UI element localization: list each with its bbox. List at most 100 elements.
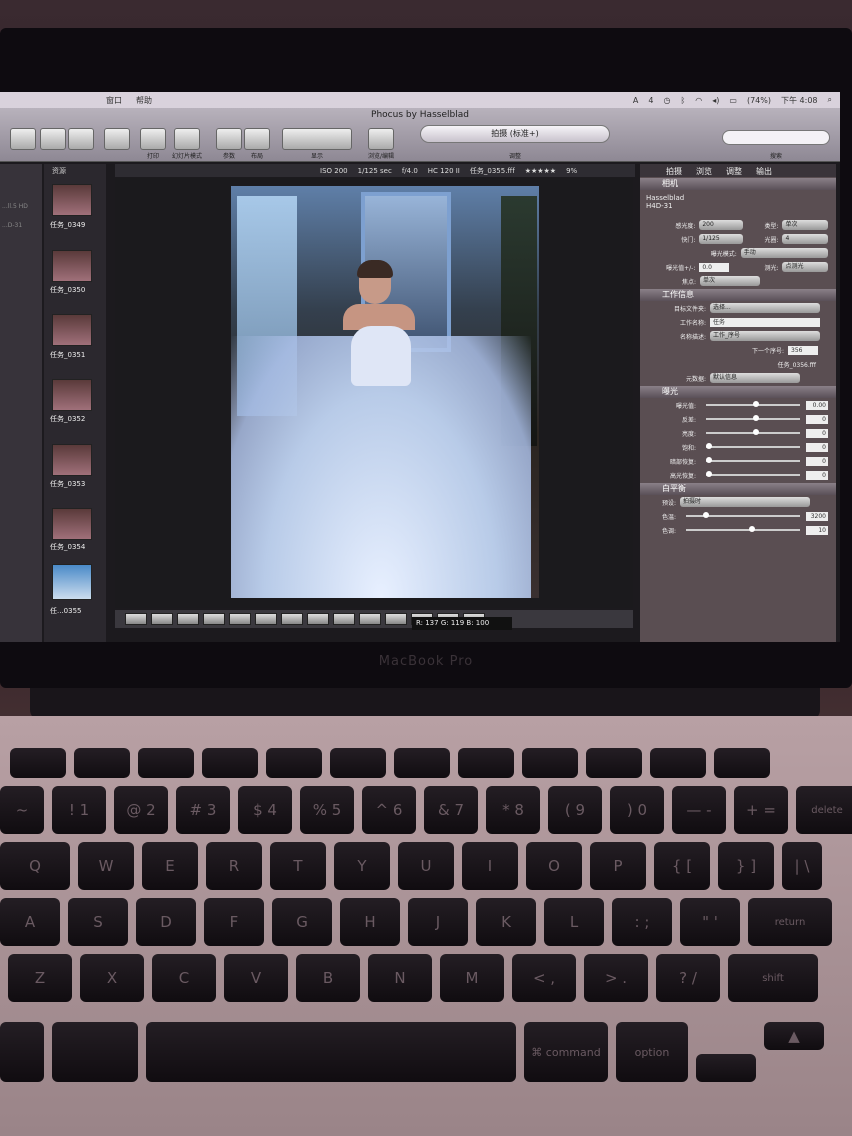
bluetooth-icon[interactable]: ᛒ xyxy=(680,96,685,105)
key-arrow-left[interactable] xyxy=(696,1054,756,1082)
section-work-info[interactable]: 工作信息 xyxy=(640,289,836,301)
rating-stars[interactable]: ★★★★★ xyxy=(525,167,556,175)
slider-knob[interactable] xyxy=(706,471,712,477)
adjust-slider[interactable] xyxy=(706,415,800,421)
params-button[interactable] xyxy=(216,128,242,150)
key-f10[interactable] xyxy=(650,748,706,778)
slider-knob[interactable] xyxy=(706,443,712,449)
key-o[interactable]: O xyxy=(526,842,582,890)
ev-field[interactable]: 0.0 xyxy=(699,262,730,272)
key-6[interactable]: ^ 6 xyxy=(362,786,416,834)
adjust-value[interactable]: 0 xyxy=(806,470,828,480)
slideshow-button[interactable] xyxy=(174,128,200,150)
key-esc[interactable] xyxy=(10,748,66,778)
thumbnail[interactable] xyxy=(52,184,92,216)
section-white-balance[interactable]: 白平衡 xyxy=(640,483,836,495)
metadata-select[interactable]: 默认信息 xyxy=(710,373,800,383)
key-equals[interactable]: + = xyxy=(734,786,788,834)
key-f2[interactable] xyxy=(138,748,194,778)
metering-select[interactable]: 点测光 xyxy=(782,262,828,272)
key-space[interactable] xyxy=(146,1022,516,1082)
search-input[interactable] xyxy=(722,130,830,145)
key-f4[interactable] xyxy=(266,748,322,778)
zoom-tool-button[interactable] xyxy=(229,613,251,625)
key-p[interactable]: P xyxy=(590,842,646,890)
sensitivity-select[interactable]: 200 xyxy=(699,220,743,230)
adjust-value[interactable]: 0 xyxy=(806,428,828,438)
view-mode-button-1[interactable] xyxy=(307,613,329,625)
section-exposure[interactable]: 曝光 xyxy=(640,386,836,398)
temp-value[interactable]: 3200 xyxy=(806,511,828,521)
hand-tool-button[interactable] xyxy=(255,613,277,625)
key-0[interactable]: ) 0 xyxy=(610,786,664,834)
wb-preset-select[interactable]: 拍摄时 xyxy=(680,497,810,507)
grid-view-button[interactable] xyxy=(359,613,381,625)
key-return[interactable]: return xyxy=(748,898,832,946)
adobe-icon[interactable]: A xyxy=(633,96,638,105)
preview-image[interactable] xyxy=(231,186,539,598)
adjust-slider[interactable] xyxy=(706,443,800,449)
select-tool-button[interactable] xyxy=(151,613,173,625)
adjust-value[interactable]: 0 xyxy=(806,442,828,452)
menu-item-window[interactable]: 窗口 xyxy=(106,95,122,106)
key-t[interactable]: T xyxy=(270,842,326,890)
eyedropper-tool-button[interactable] xyxy=(203,613,225,625)
key-c[interactable]: C xyxy=(152,954,216,1002)
slider-knob[interactable] xyxy=(748,526,755,532)
section-camera[interactable]: 相机 xyxy=(640,178,836,190)
key-semicolon[interactable]: : ; xyxy=(612,898,672,946)
key-slash[interactable]: ? / xyxy=(656,954,720,1002)
key-7[interactable]: & 7 xyxy=(424,786,478,834)
work-name-field[interactable]: 任务 xyxy=(710,317,820,327)
key-g[interactable]: G xyxy=(272,898,332,946)
adjust-value[interactable]: 0 xyxy=(806,456,828,466)
key-delete[interactable]: delete xyxy=(796,786,852,834)
tab-adjust[interactable]: 调整 xyxy=(726,166,742,176)
clock-icon[interactable]: ◷ xyxy=(663,96,670,105)
menu-item-help[interactable]: 帮助 xyxy=(136,95,152,106)
key-b[interactable]: B xyxy=(296,954,360,1002)
tab-output[interactable]: 输出 xyxy=(756,166,772,176)
toolbar-button-1[interactable] xyxy=(10,128,36,150)
slider-knob[interactable] xyxy=(706,457,712,463)
key-close-bracket[interactable]: } ] xyxy=(718,842,774,890)
key-s[interactable]: S xyxy=(68,898,128,946)
key-shift-right[interactable]: shift xyxy=(728,954,818,1002)
key-option-left[interactable] xyxy=(52,1022,138,1082)
key-3[interactable]: # 3 xyxy=(176,786,230,834)
key-f1[interactable] xyxy=(74,748,130,778)
spotlight-icon[interactable]: ⌕ xyxy=(828,95,832,105)
straighten-tool-button[interactable] xyxy=(177,613,199,625)
volume-icon[interactable]: ◂) xyxy=(712,96,719,105)
key-comma[interactable]: < , xyxy=(512,954,576,1002)
key-d[interactable]: D xyxy=(136,898,196,946)
slider-knob[interactable] xyxy=(703,512,710,518)
key-f6[interactable] xyxy=(394,748,450,778)
key-command-right[interactable]: ⌘ command xyxy=(524,1022,608,1082)
key-q[interactable]: Q xyxy=(0,842,70,890)
aperture-select[interactable]: 4 xyxy=(782,234,828,244)
key-l[interactable]: L xyxy=(544,898,604,946)
target-folder-select[interactable]: 选择... xyxy=(710,303,820,313)
key-f5[interactable] xyxy=(330,748,386,778)
key-f[interactable]: F xyxy=(204,898,264,946)
wifi-icon[interactable]: ◠ xyxy=(695,96,702,105)
adjust-slider[interactable] xyxy=(706,457,800,463)
key-5[interactable]: % 5 xyxy=(300,786,354,834)
thumbnail[interactable] xyxy=(52,379,92,411)
slider-knob[interactable] xyxy=(753,401,759,407)
naming-select[interactable]: 工作_序号 xyxy=(710,331,820,341)
thumbnail[interactable] xyxy=(52,508,92,540)
key-period[interactable]: > . xyxy=(584,954,648,1002)
print-button[interactable] xyxy=(140,128,166,150)
tint-value[interactable]: 10 xyxy=(806,525,828,535)
view-mode-button-2[interactable] xyxy=(333,613,355,625)
key-backslash[interactable]: | \ xyxy=(782,842,822,890)
key-y[interactable]: Y xyxy=(334,842,390,890)
key-open-bracket[interactable]: { [ xyxy=(654,842,710,890)
key-f9[interactable] xyxy=(586,748,642,778)
key-quote[interactable]: " ' xyxy=(680,898,740,946)
layout-button[interactable] xyxy=(244,128,270,150)
key-8[interactable]: * 8 xyxy=(486,786,540,834)
browse-edit-button[interactable] xyxy=(368,128,394,150)
